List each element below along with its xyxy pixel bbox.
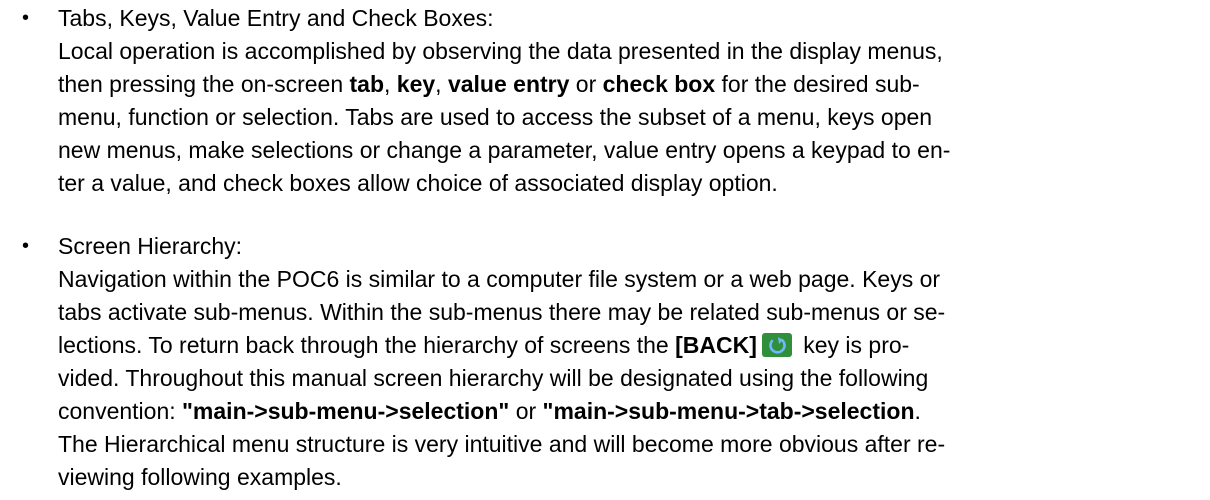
term-check-box: check box xyxy=(602,71,716,97)
paragraph-screen-hierarchy: Screen Hierarchy: Navigation within the … xyxy=(58,230,1206,494)
text-line: vided. Throughout this manual screen hie… xyxy=(58,365,929,391)
text-line: new menus, make selections or change a p… xyxy=(58,137,951,163)
term-key: key xyxy=(396,71,436,97)
text-line: viewing following examples. xyxy=(58,464,342,490)
text-run: . xyxy=(914,398,921,424)
text-run: , xyxy=(435,71,448,97)
text-run: for the desired sub- xyxy=(715,71,920,97)
manual-page: • Tabs, Keys, Value Entry and Check Boxe… xyxy=(0,0,1210,500)
text-run: , xyxy=(384,71,397,97)
text-line: then pressing the on-screen tab, key, va… xyxy=(58,68,1206,101)
text-line: Navigation within the POC6 is similar to… xyxy=(58,266,941,292)
text-run: convention: xyxy=(58,398,183,424)
paragraph-tabs-keys: Tabs, Keys, Value Entry and Check Boxes:… xyxy=(58,2,1206,200)
text-run: key is pro- xyxy=(796,332,910,358)
text-run: then pressing the on-screen xyxy=(58,71,350,97)
heading-tabs-keys: Tabs, Keys, Value Entry and Check Boxes: xyxy=(58,5,494,31)
heading-screen-hierarchy: Screen Hierarchy: xyxy=(58,233,243,259)
term-tab: tab xyxy=(349,71,385,97)
text-run: or xyxy=(509,398,543,424)
convention-example-2: "main->sub-menu->tab->selection xyxy=(542,398,915,424)
text-line: lections. To return back through the hie… xyxy=(58,329,1206,362)
text-line: The Hierarchical menu structure is very … xyxy=(58,431,946,457)
text-line: ter a value, and check boxes allow choic… xyxy=(58,170,778,196)
term-value-entry: value entry xyxy=(447,71,570,97)
text-run: or xyxy=(569,71,603,97)
convention-example-1: "main->sub-menu->selection" xyxy=(182,398,510,424)
text-line: convention: "main->sub-menu->selection" … xyxy=(58,395,1206,428)
term-back: [BACK] xyxy=(675,332,757,358)
bullet-marker: • xyxy=(22,7,30,29)
text-run: lections. To return back through the hie… xyxy=(58,332,676,358)
text-line: Local operation is accomplished by obser… xyxy=(58,38,943,64)
bullet-marker: • xyxy=(22,235,30,257)
text-line: tabs activate sub-menus. Within the sub-… xyxy=(58,299,946,325)
text-line: menu, function or selection. Tabs are us… xyxy=(58,104,933,130)
back-arrow-icon xyxy=(761,332,792,357)
